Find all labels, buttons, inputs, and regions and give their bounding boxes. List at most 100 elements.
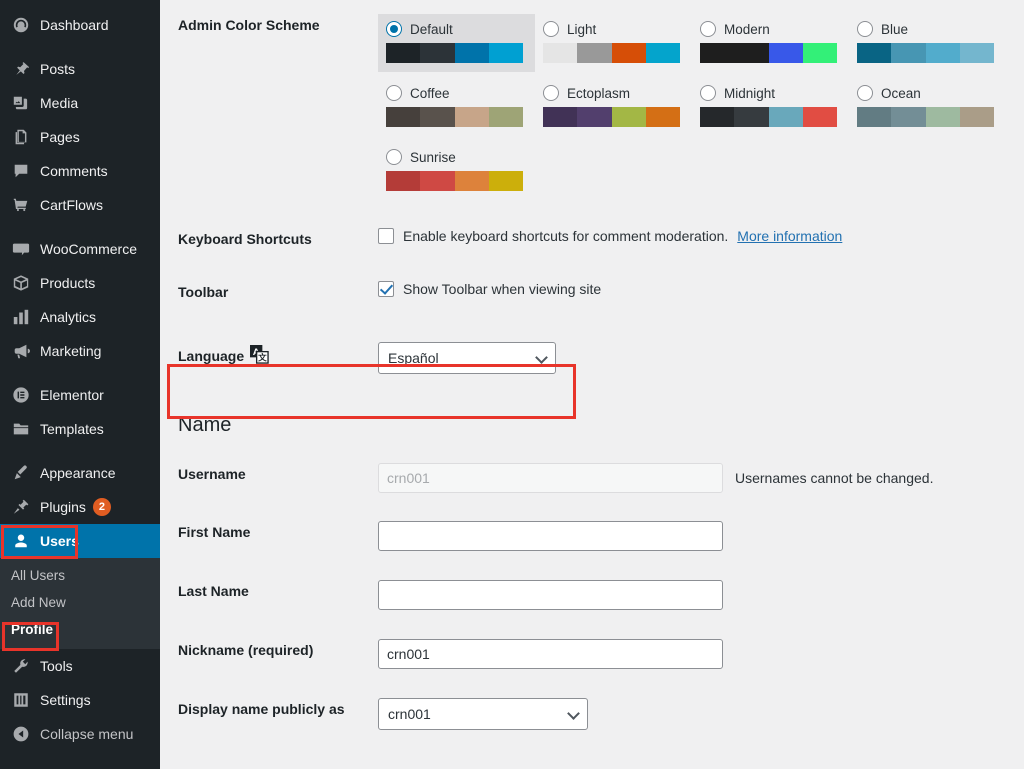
last-name-input[interactable] [378, 580, 723, 610]
sidebar-item-plugins[interactable]: Plugins 2 [0, 490, 160, 524]
username-helper-text: Usernames cannot be changed. [735, 470, 934, 486]
sidebar-item-woocommerce[interactable]: WooCommerce [0, 232, 160, 266]
sidebar-item-elementor[interactable]: Elementor [0, 378, 160, 412]
sidebar-item-settings[interactable]: Settings [0, 683, 160, 717]
color-scheme-radio-sunrise[interactable] [386, 149, 402, 165]
sidebar-divider [0, 446, 160, 456]
sidebar-item-label: Products [40, 275, 96, 291]
sidebar-item-label: Pages [40, 129, 80, 145]
color-scheme-name: Modern [724, 21, 770, 37]
color-scheme-option-blue[interactable]: Blue [849, 14, 1006, 72]
color-scheme-option-sunrise[interactable]: Sunrise [378, 142, 535, 200]
plug-icon [11, 497, 31, 517]
sidebar-divider [0, 368, 160, 378]
last-name-label: Last Name [178, 583, 249, 599]
sidebar-item-media[interactable]: Media [0, 86, 160, 120]
color-scheme-radio-ocean[interactable] [857, 85, 873, 101]
sidebar-item-tools[interactable]: Tools [0, 649, 160, 683]
display-name-select[interactable]: crn001 [378, 698, 588, 730]
megaphone-icon [11, 341, 31, 361]
sidebar-item-comments[interactable]: Comments [0, 154, 160, 188]
sidebar-item-add-new[interactable]: Add New [0, 589, 160, 616]
sidebar-item-products[interactable]: Products [0, 266, 160, 300]
color-scheme-swatch-sunrise [386, 171, 523, 191]
chevron-down-icon [535, 351, 548, 364]
sidebar-item-pages[interactable]: Pages [0, 120, 160, 154]
color-scheme-radio-light[interactable] [543, 21, 559, 37]
display-name-select-value: crn001 [388, 706, 431, 722]
color-scheme-option-light[interactable]: Light [535, 14, 692, 72]
language-select-value: Español [388, 350, 439, 366]
sidebar-item-marketing[interactable]: Marketing [0, 334, 160, 368]
nickname-label: Nickname (required) [178, 642, 314, 658]
color-scheme-swatch-ocean [857, 107, 994, 127]
color-scheme-radio-midnight[interactable] [700, 85, 716, 101]
profile-form: Admin Color Scheme Default Light Modern … [160, 0, 1024, 769]
color-scheme-option-ocean[interactable]: Ocean [849, 78, 1006, 136]
sidebar-item-users[interactable]: Users [0, 524, 168, 558]
color-scheme-radio-coffee[interactable] [386, 85, 402, 101]
color-scheme-name: Coffee [410, 85, 450, 101]
sidebar-item-appearance[interactable]: Appearance [0, 456, 160, 490]
color-scheme-option-coffee[interactable]: Coffee [378, 78, 535, 136]
color-scheme-name: Blue [881, 21, 909, 37]
sidebar-item-collapse-menu[interactable]: Collapse menu [0, 717, 160, 751]
sidebar-item-label: Users [40, 533, 79, 549]
woo-icon [11, 239, 31, 259]
name-section-header: Name [160, 414, 1024, 437]
color-scheme-option-modern[interactable]: Modern [692, 14, 849, 72]
sidebar-item-analytics[interactable]: Analytics [0, 300, 160, 334]
color-scheme-option-midnight[interactable]: Midnight [692, 78, 849, 136]
toolbar-checkbox[interactable] [378, 281, 394, 297]
color-scheme-swatch-blue [857, 43, 994, 63]
sidebar-item-templates[interactable]: Templates [0, 412, 160, 446]
media-icon [11, 93, 31, 113]
elementor-icon [11, 385, 31, 405]
plugins-update-badge: 2 [92, 498, 111, 516]
keyboard-shortcuts-checkbox[interactable] [378, 228, 394, 244]
more-information-link[interactable]: More information [737, 228, 842, 244]
sidebar-item-label: Comments [40, 163, 108, 179]
last-name-row: Last Name [160, 580, 1024, 610]
color-scheme-radio-default[interactable] [386, 21, 402, 37]
color-scheme-radio-ectoplasm[interactable] [543, 85, 559, 101]
first-name-input[interactable] [378, 521, 723, 551]
color-scheme-radio-blue[interactable] [857, 21, 873, 37]
comment-icon [11, 161, 31, 181]
sidebar-item-label: Posts [40, 61, 76, 77]
username-label: Username [178, 466, 246, 482]
language-row: Language A 文 Español [160, 342, 1024, 374]
color-scheme-name: Sunrise [410, 149, 456, 165]
color-scheme-swatch-ectoplasm [543, 107, 680, 127]
sidebar-item-all-users[interactable]: All Users [0, 562, 160, 589]
color-scheme-option-default[interactable]: Default [378, 14, 535, 72]
color-scheme-radio-modern[interactable] [700, 21, 716, 37]
color-scheme-option-ectoplasm[interactable]: Ectoplasm [535, 78, 692, 136]
wordpress-admin-profile-page: Dashboard Posts Media Pages Comments Car… [0, 0, 1024, 769]
sidebar-item-label: Appearance [40, 465, 116, 481]
toolbar-label: Toolbar [178, 284, 229, 300]
sidebar-item-label: Analytics [40, 309, 97, 325]
color-scheme-name: Light [567, 21, 597, 37]
language-select[interactable]: Español [378, 342, 556, 374]
username-input [378, 463, 723, 493]
sidebar-item-cartflows[interactable]: CartFlows [0, 188, 160, 222]
language-label-wrap: Language A 文 [178, 342, 378, 367]
color-scheme-swatch-midnight [700, 107, 837, 127]
users-submenu: All Users Add New Profile [0, 558, 160, 649]
sidebar-item-posts[interactable]: Posts [0, 52, 160, 86]
color-scheme-swatch-modern [700, 43, 837, 63]
color-scheme-swatch-default [386, 43, 523, 63]
sidebar-item-profile[interactable]: Profile [0, 616, 160, 643]
sidebar-item-label: Dashboard [40, 17, 109, 33]
sidebar-item-label: WooCommerce [40, 241, 137, 257]
toolbar-row: Toolbar Show Toolbar when viewing site [160, 281, 1024, 300]
pages-icon [11, 127, 31, 147]
sidebar-item-dashboard[interactable]: Dashboard [0, 8, 160, 42]
sidebar-item-label: Settings [40, 692, 91, 708]
color-scheme-name: Ocean [881, 85, 921, 101]
folder-icon [11, 419, 31, 439]
color-scheme-name: Midnight [724, 85, 776, 101]
nickname-input[interactable] [378, 639, 723, 669]
admin-color-scheme-row: Admin Color Scheme Default Light Modern … [160, 0, 1024, 206]
